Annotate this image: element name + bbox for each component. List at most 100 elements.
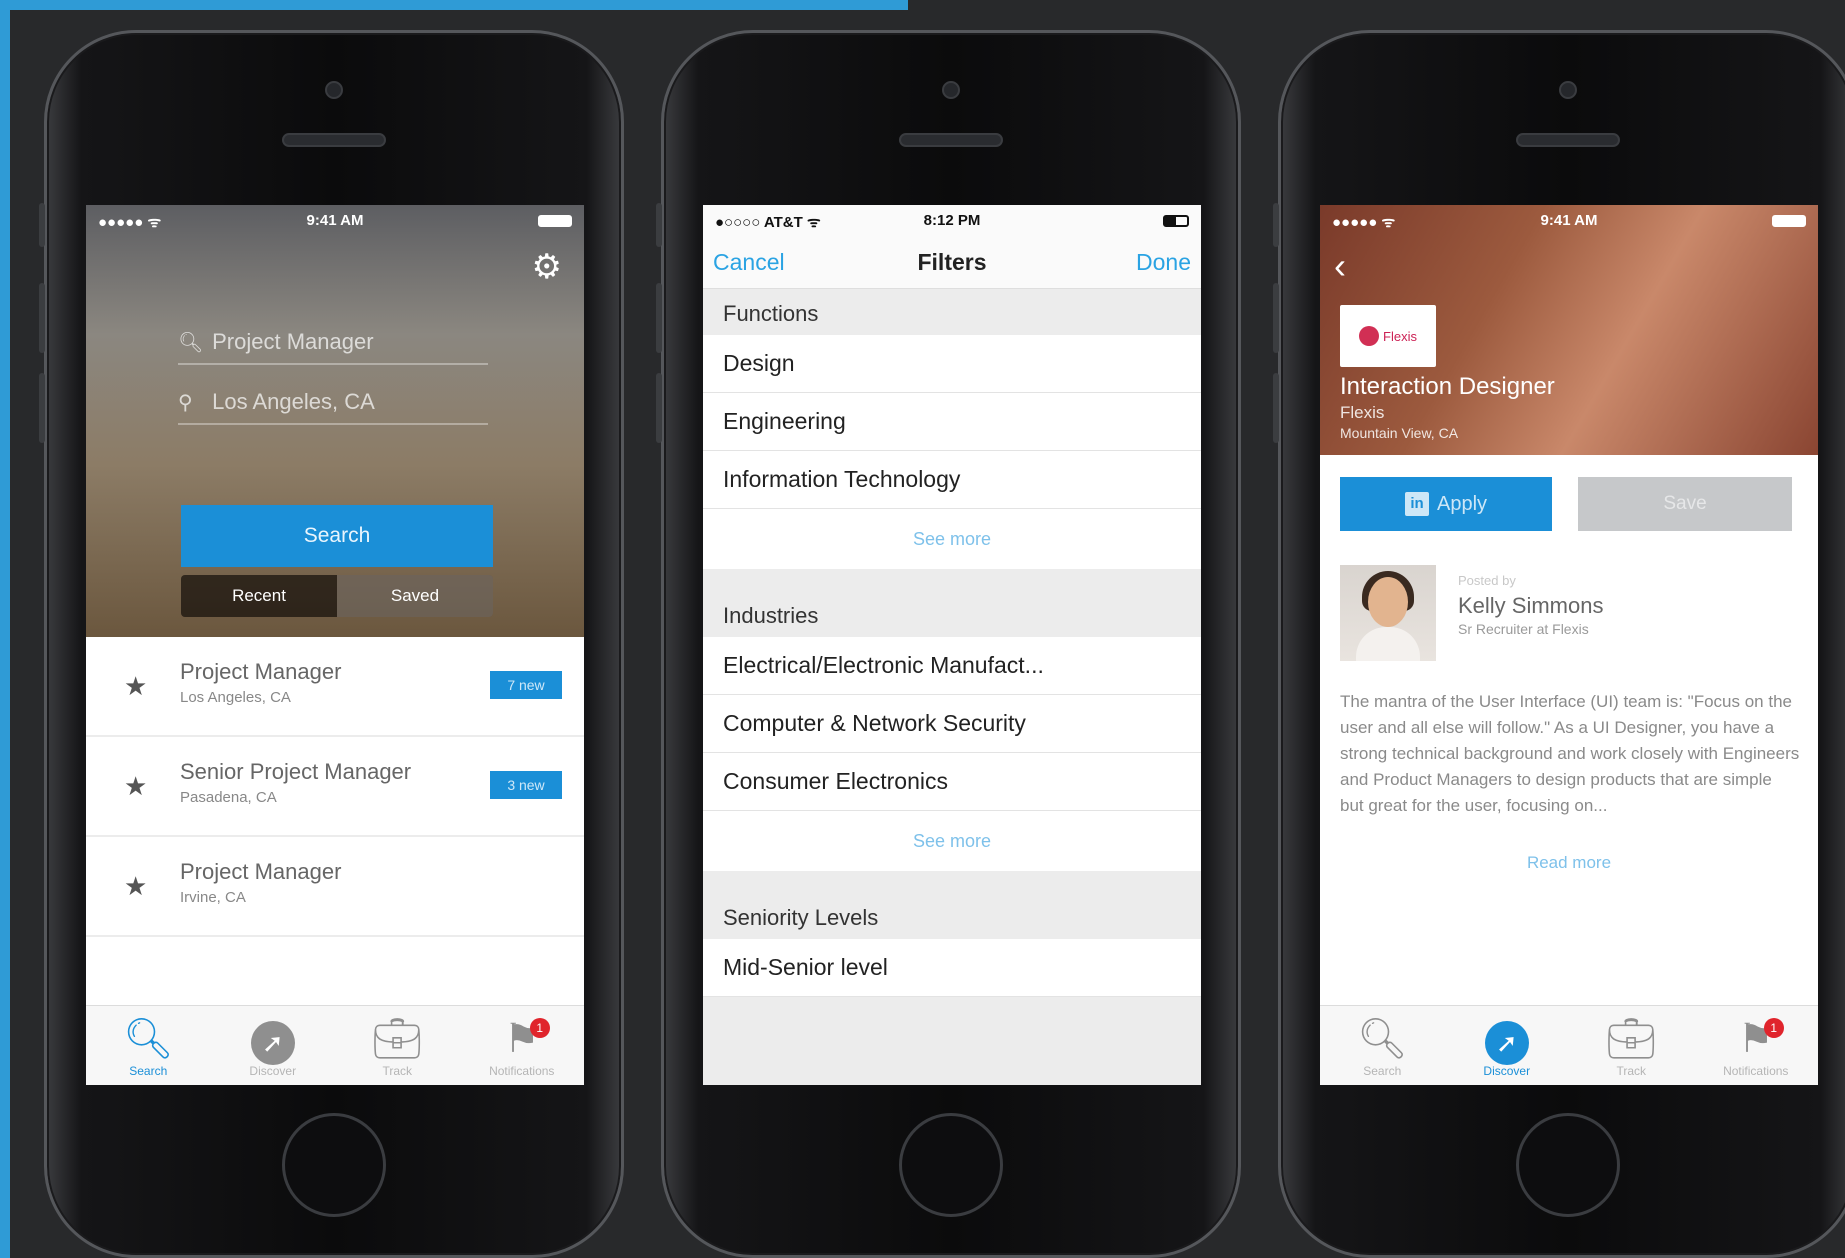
flag-icon: ⚑ 1 [1738, 1014, 1784, 1064]
filter-option[interactable]: Computer & Network Security [703, 695, 1201, 753]
accent-bar-top [0, 0, 908, 10]
filter-option[interactable]: Mid-Senior level [703, 939, 1201, 997]
tab-search[interactable]: 🔍︎ Search [1320, 1006, 1445, 1085]
search-icon: 🔍︎ [1356, 1017, 1408, 1061]
tab-notifications[interactable]: ⚑ 1 Notifications [1694, 1006, 1819, 1085]
status-bar: ●○○○○ AT&T ᯤ 8:12 PM [703, 205, 1201, 235]
status-bar: ●●●●● ᯤ 9:41 AM [86, 205, 584, 235]
saved-location: Los Angeles, CA [180, 689, 291, 706]
earpiece-speaker [899, 133, 1003, 147]
tab-discover[interactable]: ➚ Discover [1445, 1006, 1570, 1085]
tab-label: Notifications [489, 1064, 555, 1078]
volume-up-button [1273, 283, 1279, 353]
status-bar: ●●●●● ᯤ 9:41 AM [1320, 205, 1818, 235]
saved-location: Irvine, CA [180, 889, 246, 906]
read-more-link[interactable]: Read more [1320, 853, 1818, 873]
segment-recent[interactable]: Recent [181, 575, 337, 617]
job-company: Flexis [1340, 403, 1385, 422]
job-title: Interaction Designer [1340, 373, 1555, 400]
location-value: Los Angeles, CA [212, 389, 375, 414]
star-icon[interactable]: ★ [124, 771, 147, 802]
filter-option[interactable]: Information Technology [703, 451, 1201, 509]
status-time: 8:12 PM [923, 212, 981, 229]
front-camera [325, 81, 343, 99]
home-button [1516, 1113, 1620, 1217]
phone-filters: ●○○○○ AT&T ᯤ 8:12 PM Cancel Filters Done… [656, 30, 1241, 1258]
tab-label: Search [1363, 1064, 1402, 1078]
poster-name[interactable]: Kelly Simmons [1458, 593, 1603, 619]
list-item[interactable]: ★ Project Manager Irvine, CA [86, 837, 584, 937]
saved-title: Project Manager [180, 659, 342, 684]
tab-label: Track [1616, 1064, 1647, 1078]
mute-switch [1273, 203, 1279, 247]
keyword-field[interactable]: 🔍︎ Project Manager [178, 317, 488, 365]
company-logo: Flexis [1340, 305, 1436, 367]
logo-text: Flexis [1383, 328, 1417, 344]
job-description: The mantra of the User Interface (UI) te… [1340, 692, 1800, 815]
poster-role: Sr Recruiter at Flexis [1458, 621, 1589, 637]
back-chevron-icon[interactable]: ‹ [1334, 245, 1346, 287]
list-item[interactable]: ★ Project Manager Los Angeles, CA 7 new [86, 637, 584, 737]
tab-track[interactable]: 💼︎ Track [335, 1006, 460, 1085]
star-icon[interactable]: ★ [124, 871, 147, 902]
status-time: 9:41 AM [306, 212, 364, 229]
battery-icon [1772, 214, 1806, 231]
compass-icon: ➚ [1484, 1021, 1529, 1065]
saved-title: Project Manager [180, 859, 342, 884]
gear-icon[interactable]: ⚙ [532, 247, 562, 287]
job-detail-screen: ●●●●● ᯤ 9:41 AM ‹ Flexis Interaction Des… [1320, 205, 1818, 1085]
section-header-functions: Functions [703, 289, 1201, 335]
battery-icon [538, 214, 572, 231]
segment-saved[interactable]: Saved [337, 575, 493, 617]
star-icon[interactable]: ★ [124, 671, 147, 702]
volume-up-button [39, 283, 45, 353]
location-field[interactable]: ⚲ Los Angeles, CA [178, 377, 488, 425]
logo-mark-icon [1359, 326, 1380, 346]
tab-notifications[interactable]: ⚑ 1 Notifications [460, 1006, 585, 1085]
page-title: Filters [917, 249, 987, 275]
briefcase-icon: 💼︎ [1605, 1017, 1657, 1061]
section-spacer [703, 871, 1201, 893]
search-icon: 🔍︎ [178, 332, 204, 354]
tab-discover[interactable]: ➚ Discover [211, 1006, 336, 1085]
save-button[interactable]: Save [1578, 477, 1792, 531]
filter-option[interactable]: Engineering [703, 393, 1201, 451]
battery-icon [1163, 214, 1189, 231]
search-button[interactable]: Search [181, 505, 493, 567]
recent-saved-toggle: Recent Saved [181, 575, 493, 617]
see-more-link[interactable]: See more [703, 811, 1201, 871]
status-time: 9:41 AM [1540, 212, 1598, 229]
apply-button[interactable]: in Apply [1340, 477, 1552, 531]
apply-label: Apply [1436, 492, 1488, 515]
filter-option[interactable]: Consumer Electronics [703, 753, 1201, 811]
volume-up-button [656, 283, 662, 353]
filters-screen: ●○○○○ AT&T ᯤ 8:12 PM Cancel Filters Done… [703, 205, 1201, 1085]
tab-track[interactable]: 💼︎ Track [1569, 1006, 1694, 1085]
done-button[interactable]: Done [1136, 249, 1191, 276]
filter-option[interactable]: Electrical/Electronic Manufact... [703, 637, 1201, 695]
tab-label: Discover [1483, 1064, 1531, 1078]
tab-bar: 🔍︎ Search ➚ Discover 💼︎ Track ⚑ 1 Notific… [86, 1005, 584, 1085]
list-item[interactable]: ★ Senior Project Manager Pasadena, CA 3 … [86, 737, 584, 837]
see-more-link[interactable]: See more [703, 509, 1201, 569]
accent-bar-left [0, 0, 10, 1258]
flag-icon: ⚑ 1 [504, 1014, 550, 1064]
search-hero: ●●●●● ᯤ 9:41 AM ⚙ 🔍︎ Project Manager ⚲ L… [86, 205, 584, 637]
compass-icon: ➚ [250, 1021, 295, 1065]
briefcase-icon: 💼︎ [371, 1017, 423, 1061]
saved-location: Pasadena, CA [180, 789, 277, 806]
tab-label: Search [129, 1064, 168, 1078]
posted-by-label: Posted by [1458, 573, 1516, 588]
tab-label: Discover [249, 1064, 297, 1078]
earpiece-speaker [282, 133, 386, 147]
phone-search: ●●●●● ᯤ 9:41 AM ⚙ 🔍︎ Project Manager ⚲ L… [39, 30, 624, 1258]
filters-nav-bar: Cancel Filters Done [703, 235, 1201, 289]
tab-search[interactable]: 🔍︎ Search [86, 1006, 211, 1085]
filter-option[interactable]: Design [703, 335, 1201, 393]
avatar [1340, 565, 1436, 661]
section-spacer [703, 569, 1201, 591]
search-icon: 🔍︎ [122, 1017, 174, 1061]
linkedin-icon: in [1404, 492, 1429, 516]
tab-label: Notifications [1723, 1064, 1789, 1078]
location-pin-icon: ⚲ [178, 392, 193, 414]
